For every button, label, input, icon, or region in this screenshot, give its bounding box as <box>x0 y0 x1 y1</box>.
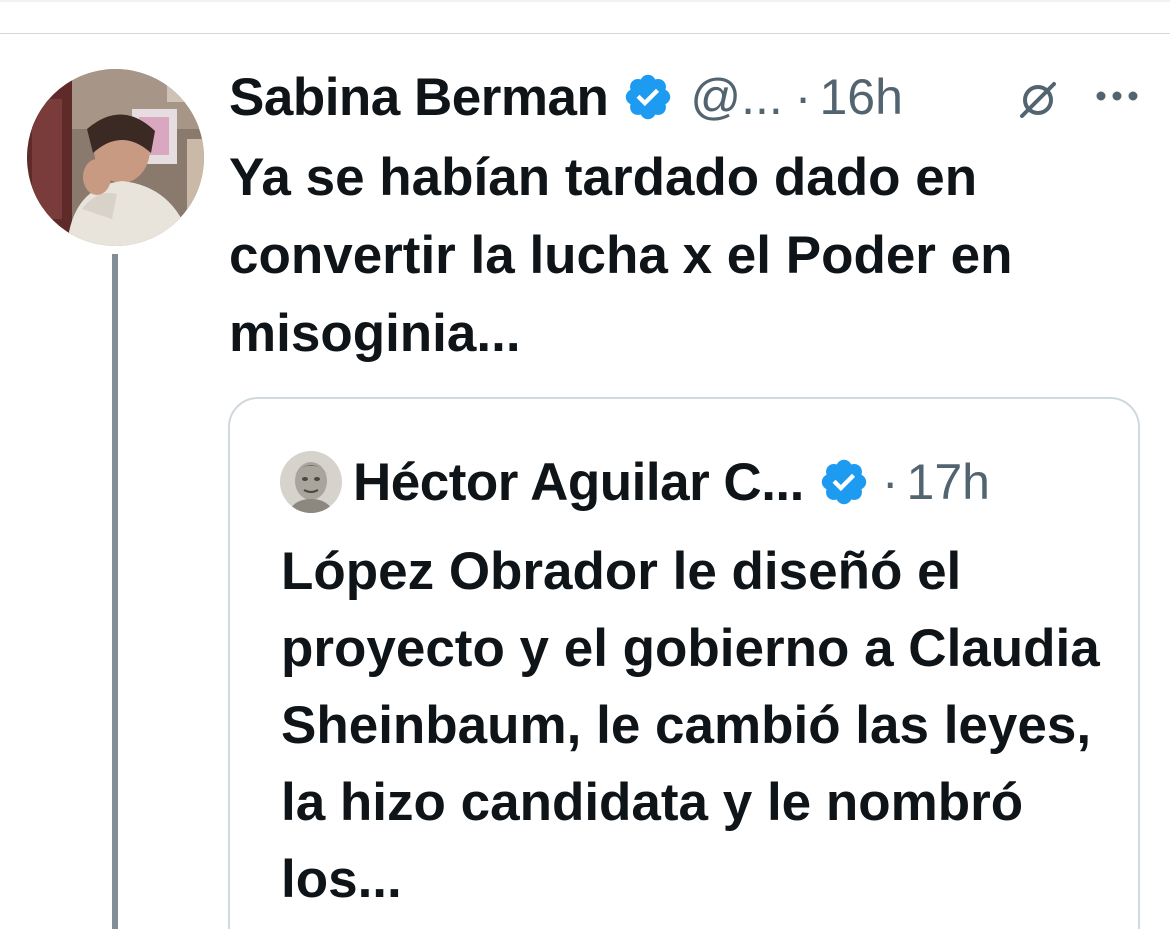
quoted-tweet-text: López Obrador le diseñó el proyecto y el… <box>281 542 1100 909</box>
tweet-text: Ya se habían tardado dado en convertir l… <box>229 148 1013 363</box>
quoted-tweet-header: Héctor Aguilar C... · 17h <box>353 447 990 517</box>
top-edge <box>0 0 1170 2</box>
separator-dot: · <box>794 69 812 125</box>
divider <box>0 33 1170 34</box>
avatar-image <box>27 69 204 246</box>
author-avatar[interactable] <box>27 69 204 246</box>
author-handle[interactable]: @... <box>690 68 782 126</box>
tweet-thread-view: Sabina Berman @... · 16h Ya se habían ta… <box>0 0 1170 929</box>
quoted-tweet-timestamp[interactable]: 17h <box>907 453 990 511</box>
grok-icon[interactable] <box>1016 77 1060 121</box>
separator-dot: · <box>881 454 899 510</box>
quoted-author-name[interactable]: Héctor Aguilar C... <box>353 452 804 513</box>
tweet-timestamp[interactable]: 16h <box>819 68 902 126</box>
verified-badge-icon <box>622 71 674 123</box>
thread-connector-line <box>112 254 118 929</box>
quoted-avatar-image <box>280 451 342 513</box>
author-name[interactable]: Sabina Berman <box>229 67 609 128</box>
verified-badge-icon <box>818 456 870 508</box>
more-options-icon[interactable] <box>1095 86 1139 106</box>
quoted-author-avatar[interactable] <box>280 451 342 513</box>
tweet-header: Sabina Berman @... · 16h <box>229 62 903 132</box>
